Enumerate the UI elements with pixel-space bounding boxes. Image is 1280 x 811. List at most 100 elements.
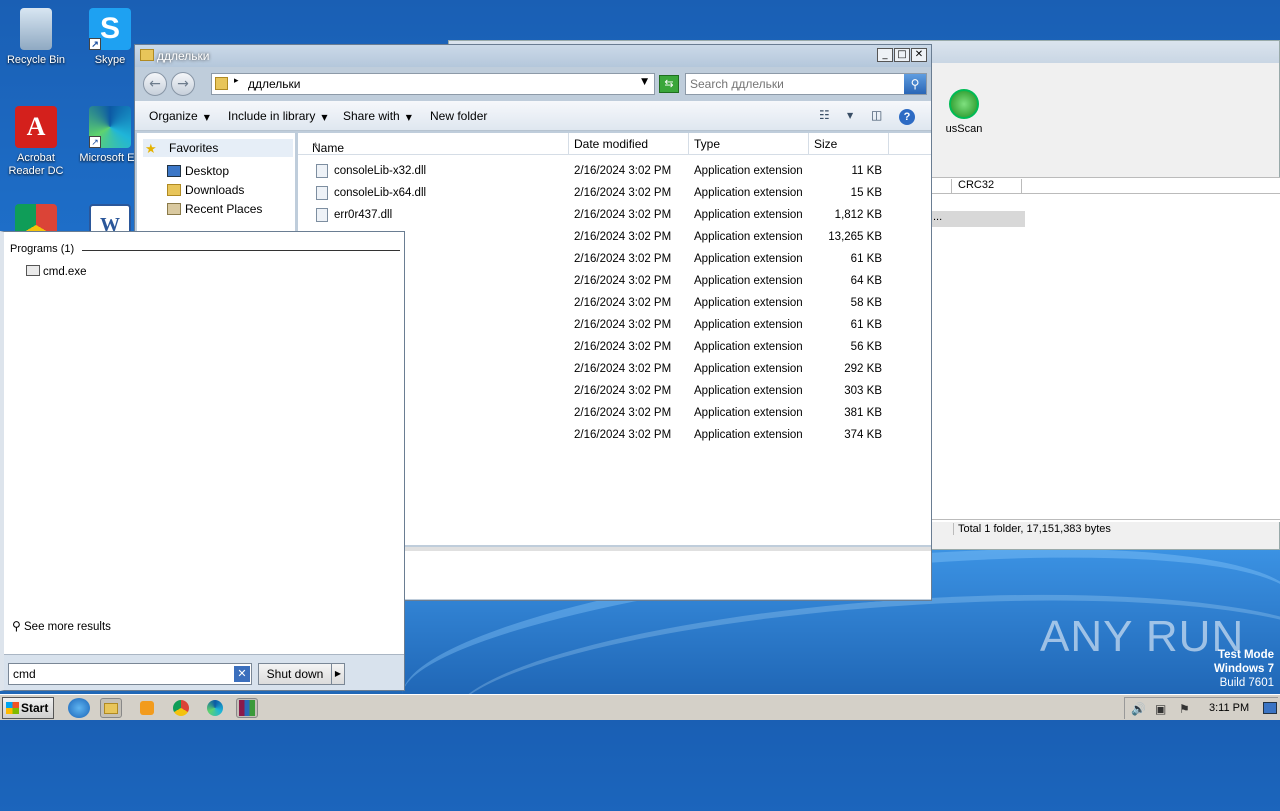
build-text: Build 7601 — [1219, 677, 1274, 689]
file-size: 381 KB — [844, 407, 882, 419]
background-selected-row[interactable]: ... — [931, 211, 1025, 227]
chevron-down-icon: ▼ — [203, 113, 210, 122]
file-type: Application extension — [694, 363, 803, 375]
chevron-down-icon[interactable]: ▼ — [847, 111, 853, 120]
navigation-pane: ★ Favorites Desktop Downloads Recent Pla… — [137, 133, 295, 233]
nav-desktop[interactable]: Desktop — [167, 164, 230, 178]
nav-label: Desktop — [185, 164, 230, 178]
file-type: Application extension — [694, 341, 803, 353]
system-tray: 🔊 ▣ ⚑ 3:11 PM — [1124, 697, 1278, 719]
view-options-icon[interactable]: ☷ — [819, 108, 830, 122]
explorer-titlebar[interactable]: ддлельки _ □ ✕ — [135, 45, 931, 67]
refresh-button[interactable]: ⇆ — [659, 75, 679, 93]
close-button[interactable]: ✕ — [911, 48, 927, 62]
program-result-cmd[interactable]: cmd.exe — [26, 265, 86, 278]
network-icon[interactable]: ▣ — [1155, 702, 1166, 716]
file-row[interactable]: err0r437.dll 2/16/2024 3:02 PM Application… — [298, 205, 931, 227]
share-with-menu[interactable]: Share with ▼ — [343, 109, 412, 123]
media-player-taskbar-icon[interactable] — [136, 698, 158, 718]
file-date: 2/16/2024 3:02 PM — [574, 275, 672, 287]
action-center-flag-icon[interactable]: ⚑ — [1179, 702, 1190, 716]
edge-taskbar-icon[interactable] — [204, 698, 226, 718]
column-divider[interactable] — [688, 133, 689, 155]
background-list[interactable] — [931, 194, 1280, 522]
preview-pane-icon[interactable]: ◫ — [871, 108, 882, 122]
file-date: 2/16/2024 3:02 PM — [574, 297, 672, 309]
help-icon[interactable]: ? — [899, 109, 915, 125]
forward-button[interactable]: → — [171, 72, 195, 96]
file-type: Application extension — [694, 253, 803, 265]
search-input[interactable] — [690, 77, 900, 91]
file-row[interactable]: consoleLib-x64.dll 2/16/2024 3:02 PM Appli… — [298, 183, 931, 205]
windows-logo-icon — [6, 702, 19, 714]
media-player-icon — [140, 701, 154, 715]
desktop-icon-acrobat[interactable]: A Acrobat Reader DC — [0, 106, 72, 178]
desktop-icon-recycle-bin[interactable]: Recycle Bin — [0, 8, 72, 67]
nav-downloads[interactable]: Downloads — [167, 183, 244, 197]
file-date: 2/16/2024 3:02 PM — [574, 165, 672, 177]
column-size[interactable]: Size — [814, 137, 837, 157]
nav-label: Recent Places — [185, 202, 263, 216]
start-search-input[interactable] — [13, 667, 228, 681]
file-type: Application extension — [694, 187, 803, 199]
recent-places-icon — [167, 203, 181, 215]
start-menu-bottom: ✕ Shut down ▶ — [4, 654, 404, 690]
start-button[interactable]: Start — [2, 697, 54, 719]
chrome-taskbar-icon[interactable] — [170, 698, 192, 718]
see-more-results-link[interactable]: ⚲ See more results — [12, 619, 111, 633]
virus-scan-tool[interactable]: usScan — [929, 89, 999, 135]
file-row[interactable]: consoleLib-x32.dll 2/16/2024 3:02 PM Appli… — [298, 161, 931, 183]
file-date: 2/16/2024 3:02 PM — [574, 187, 672, 199]
address-text: ддлельки — [248, 77, 301, 91]
column-divider[interactable] — [888, 133, 889, 155]
programs-header: Programs (1) — [10, 243, 75, 255]
winrar-taskbar-icon[interactable] — [236, 698, 258, 718]
file-type: Application extension — [694, 209, 803, 221]
column-divider[interactable] — [808, 133, 809, 155]
search-icon[interactable]: ⚲ — [904, 74, 926, 94]
clock[interactable]: 3:11 PM — [1209, 702, 1249, 714]
folder-icon — [140, 49, 154, 61]
file-size: 292 KB — [844, 363, 882, 375]
ie-taskbar-icon[interactable] — [68, 698, 90, 718]
column-crc32[interactable]: CRC32 — [951, 179, 994, 194]
volume-icon[interactable]: 🔊 — [1131, 702, 1146, 716]
file-size: 13,265 KB — [828, 231, 882, 243]
back-button[interactable]: ← — [143, 72, 167, 96]
nav-recent-places[interactable]: Recent Places — [167, 202, 263, 216]
column-date-modified[interactable]: Date modified — [574, 137, 648, 157]
maximize-button[interactable]: □ — [894, 48, 910, 62]
include-in-library-menu[interactable]: Include in library ▼ — [228, 109, 328, 123]
file-size: 61 KB — [850, 319, 882, 331]
column-header: Name ▲ Date modified Type Size — [298, 133, 931, 155]
explorer-taskbar-icon[interactable] — [100, 698, 122, 718]
start-search-box[interactable]: ✕ — [8, 663, 252, 685]
folder-icon — [215, 77, 228, 90]
new-folder-button[interactable]: New folder — [430, 109, 487, 123]
show-desktop-icon[interactable] — [1263, 702, 1277, 714]
shutdown-button[interactable]: Shut down — [258, 663, 332, 685]
file-size: 11 KB — [851, 165, 882, 177]
file-type: Application extension — [694, 231, 803, 243]
test-mode-watermark: Test Mode Windows 7 Build 7601 — [1214, 648, 1274, 690]
shutdown-options-arrow[interactable]: ▶ — [331, 663, 345, 685]
file-name: consoleLib-x32.dll — [334, 165, 427, 177]
search-box[interactable]: ⚲ — [685, 73, 927, 95]
chrome-icon — [173, 700, 189, 716]
column-type[interactable]: Type — [694, 137, 720, 157]
clear-search-icon[interactable]: ✕ — [234, 666, 250, 682]
organize-menu[interactable]: Organize ▼ — [149, 109, 210, 123]
chevron-right-icon[interactable]: ▸ — [234, 76, 239, 86]
column-divider[interactable] — [568, 133, 569, 155]
address-bar[interactable]: ▸ ддлельки ▼ — [211, 73, 655, 95]
file-size: 61 KB — [850, 253, 882, 265]
see-more-label: See more results — [24, 621, 111, 633]
start-label: Start — [21, 701, 49, 715]
minimize-button[interactable]: _ — [877, 48, 893, 62]
chevron-down-icon[interactable]: ▼ — [641, 77, 648, 87]
nav-favorites[interactable]: ★ Favorites — [143, 139, 293, 157]
file-date: 2/16/2024 3:02 PM — [574, 209, 672, 221]
start-menu[interactable]: Programs (1) cmd.exe ⚲ See more results … — [0, 231, 405, 691]
acrobat-icon: A — [15, 106, 57, 148]
include-label: Include in library — [228, 109, 316, 123]
